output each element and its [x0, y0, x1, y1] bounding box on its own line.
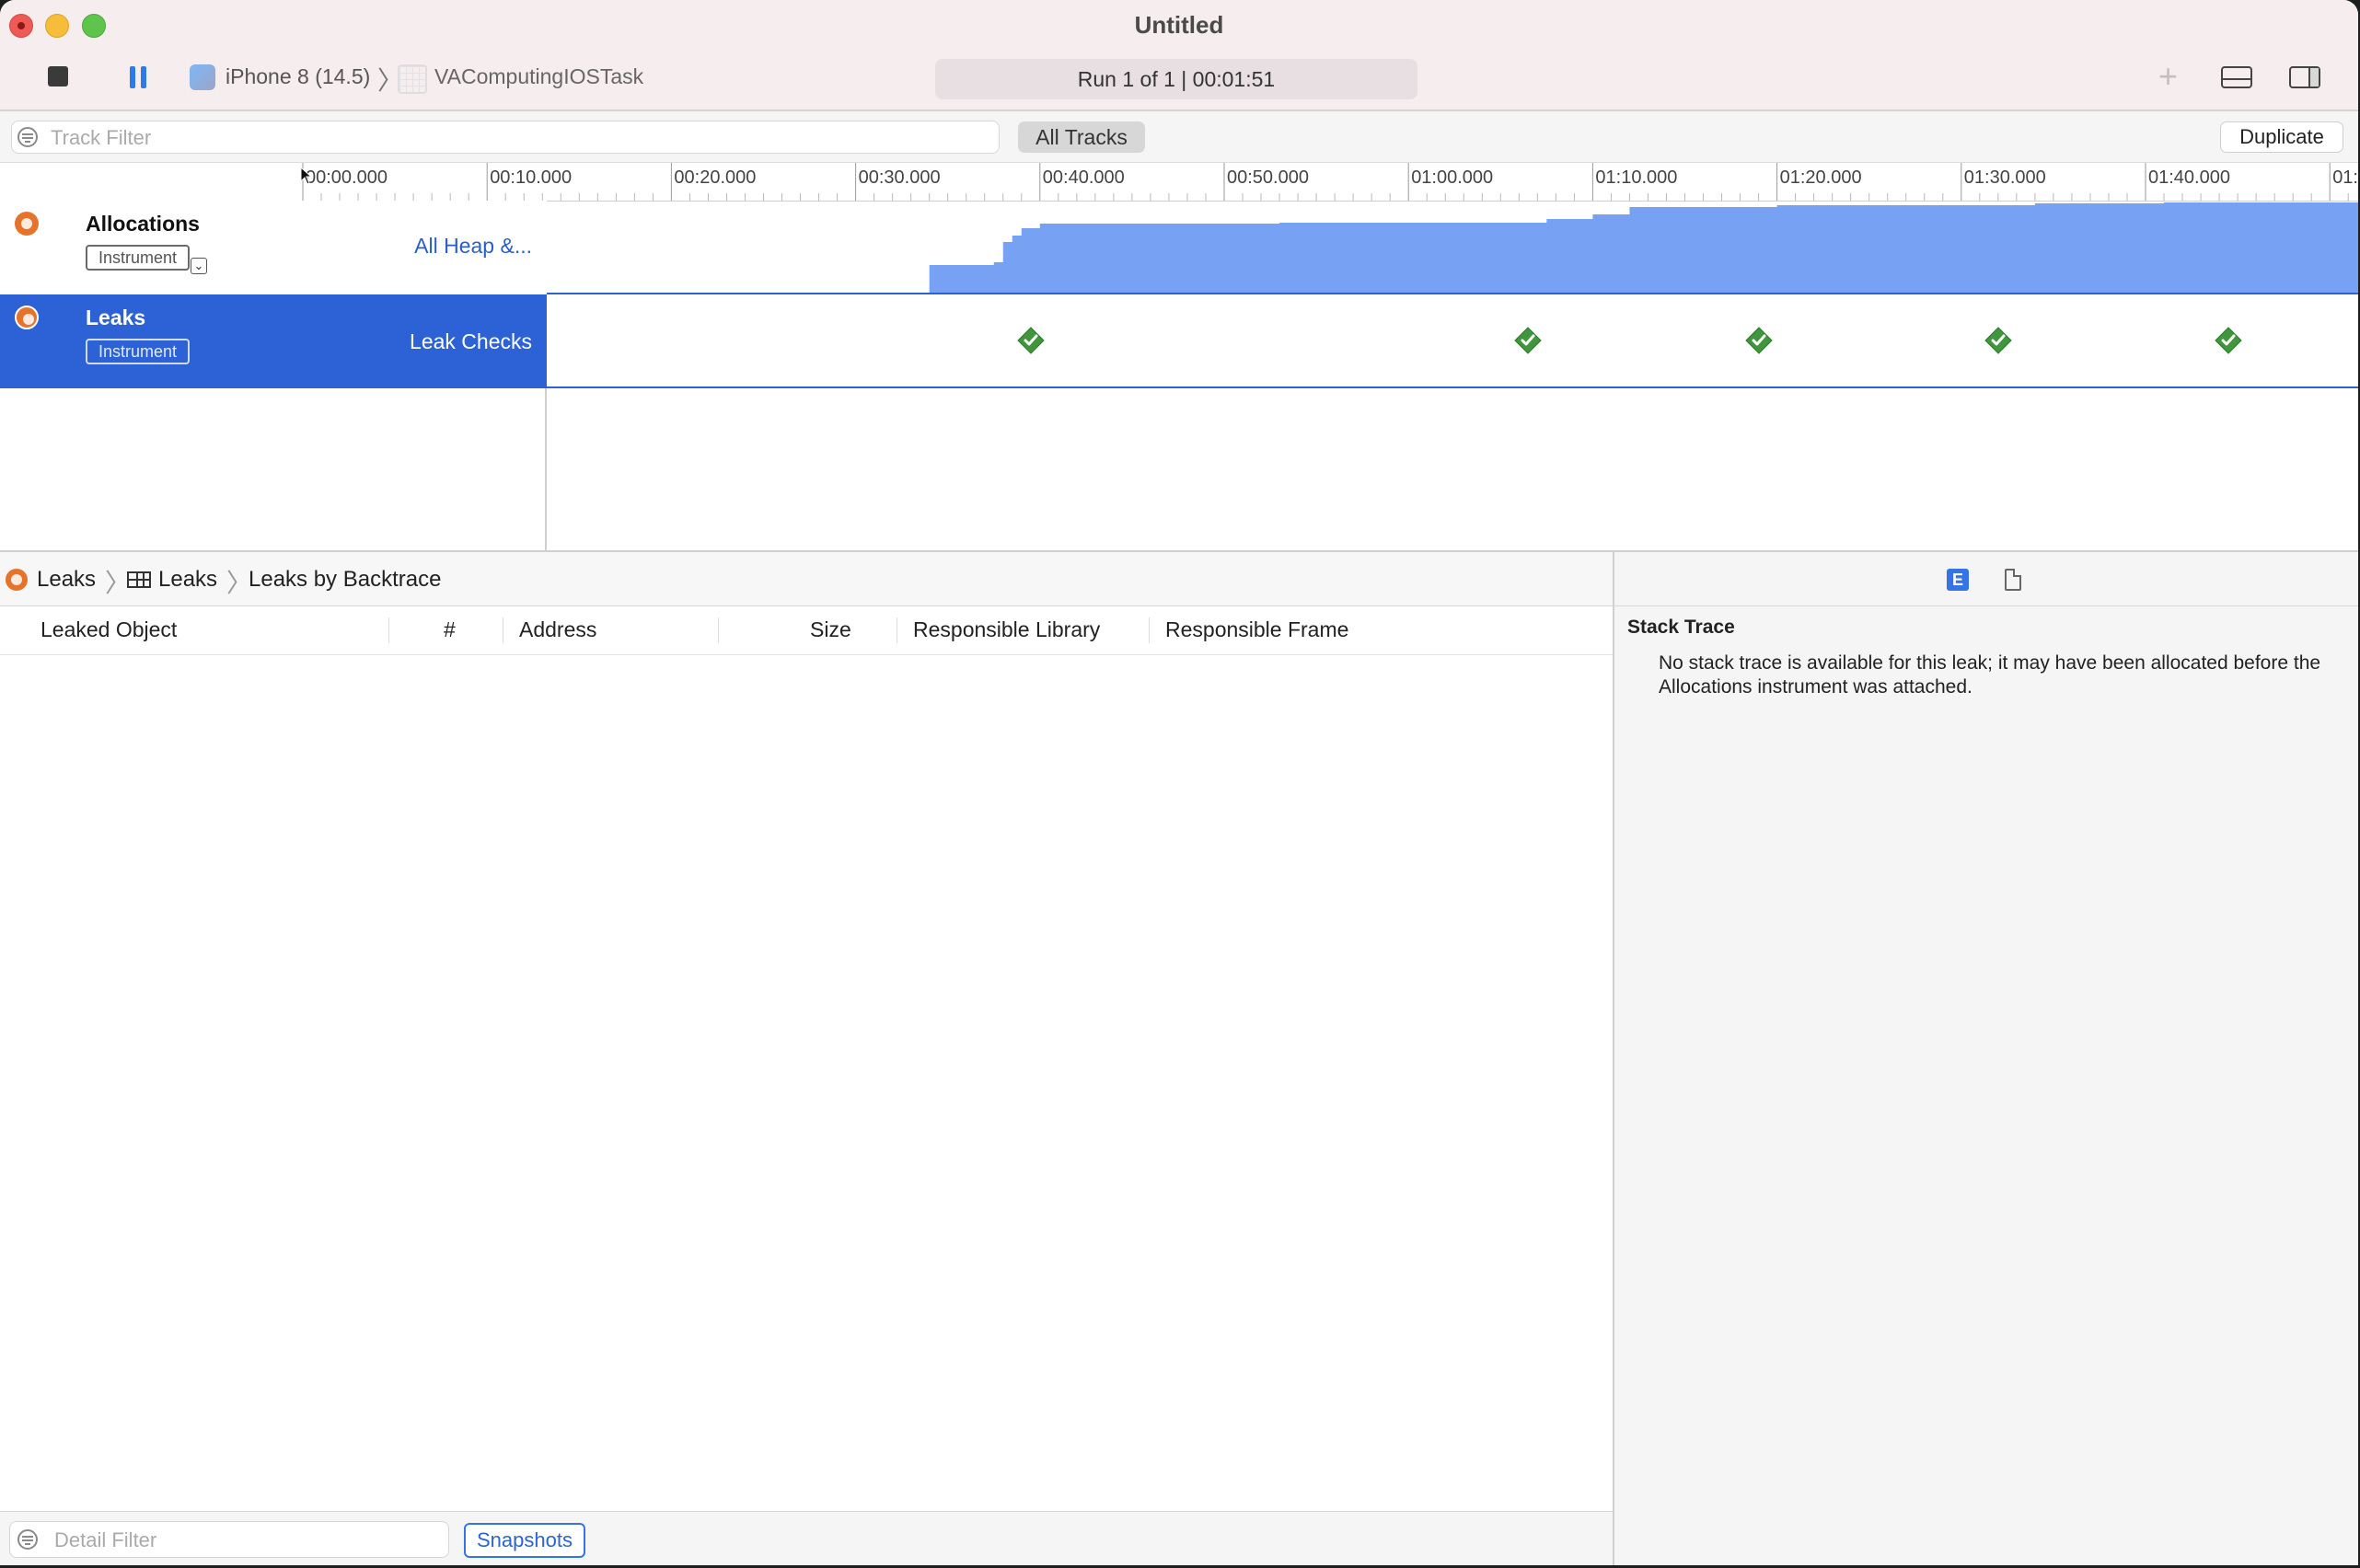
track-filter-input[interactable]	[49, 123, 991, 153]
toggle-detail-area-icon[interactable]	[2221, 66, 2252, 88]
jumpbar-detail[interactable]: Leaks by Backtrace	[249, 567, 441, 593]
filter-icon	[17, 127, 38, 147]
column-size[interactable]: Size	[810, 606, 851, 654]
stack-trace-message: No stack trace is available for this lea…	[1659, 652, 2321, 698]
table-icon	[127, 571, 151, 588]
ruler-tick-label: 00:30.000	[858, 167, 941, 188]
toggle-inspector-icon[interactable]	[2289, 66, 2320, 88]
column-responsible-library[interactable]: Responsible Library	[913, 606, 1100, 654]
allocations-area-chart	[303, 202, 2358, 293]
leaks-instrument-icon	[15, 306, 39, 329]
ruler-tick-label: 00:20.000	[674, 167, 757, 188]
all-tracks-button[interactable]: All Tracks	[1018, 121, 1145, 153]
ruler-tick-label: 00:50.000	[1227, 167, 1309, 188]
ruler-tick-label: 01:5	[2332, 167, 2358, 188]
document-icon[interactable]	[2005, 569, 2021, 591]
target-selector[interactable]: VAComputingIOSTask	[434, 64, 643, 89]
column-divider[interactable]	[718, 617, 719, 643]
table-header: Leaked Object # Address Size Responsible…	[0, 606, 1613, 655]
window-title: Untitled	[1134, 11, 1224, 39]
tracks-area: Allocations Instrument ⌄ All Heap &... L…	[0, 201, 2358, 550]
ruler-tick-label: 00:40.000	[1042, 167, 1125, 188]
allocations-instrument-icon	[15, 212, 39, 236]
track-detail-selector[interactable]: Leak Checks	[410, 329, 532, 354]
timeline-ruler[interactable]: 00:00.000 00:10.000 00:20.000 00:30.000 00:4…	[0, 163, 2358, 202]
instrument-badge: Instrument	[86, 339, 191, 364]
jumpbar-view[interactable]: Leaks	[158, 567, 217, 593]
column-leaked-object[interactable]: Leaked Object	[40, 606, 177, 654]
ruler-tick-label: 00:00.000	[306, 167, 388, 188]
ruler-tick-label: 01:30.000	[1963, 167, 2046, 188]
track-header-allocations[interactable]: Allocations Instrument ⌄ All Heap &...	[0, 201, 547, 295]
track-graphs[interactable]	[303, 201, 2358, 550]
track-filter-field[interactable]	[11, 121, 1000, 154]
pointer-cursor-icon	[300, 167, 311, 185]
column-responsible-frame[interactable]: Responsible Frame	[1165, 606, 1348, 654]
track-name: Leaks	[86, 306, 146, 329]
column-divider[interactable]	[1149, 617, 1150, 643]
track-header-leaks[interactable]: Leaks Instrument Leak Checks	[0, 294, 547, 388]
leak-check-passed-icon[interactable]	[2215, 327, 2242, 354]
pause-icon-bar	[141, 66, 146, 88]
detail-area: Leaks 〉 Leaks 〉 Leaks by Backtrace Leake…	[0, 550, 2358, 1565]
track-name: Allocations	[86, 212, 200, 236]
toolbar: Untitled iPhone 8 (14.5) 〉 VAComputingIO…	[0, 0, 2358, 111]
ruler-tick-label: 01:10.000	[1595, 167, 1678, 188]
detail-filter-input[interactable]	[52, 1526, 443, 1555]
snapshots-button[interactable]: Snapshots	[464, 1523, 585, 1558]
track-detail-selector[interactable]: All Heap &...	[414, 234, 532, 259]
track-headers: Allocations Instrument ⌄ All Heap &... L…	[0, 201, 547, 550]
detail-table-pane: Leaks 〉 Leaks 〉 Leaks by Backtrace Leake…	[0, 552, 1614, 1565]
device-icon[interactable]	[190, 64, 215, 90]
allocations-area-series	[303, 202, 2358, 293]
inspector-pane: E Stack Trace No stack trace is availabl…	[1614, 552, 2358, 1565]
leak-check-passed-icon[interactable]	[1744, 327, 1773, 354]
leaks-instrument-icon	[6, 569, 28, 591]
app-target-icon[interactable]	[398, 64, 427, 94]
ruler-tick-label: 01:00.000	[1411, 167, 1494, 188]
ruler-tick-label: 01:20.000	[1779, 167, 1862, 188]
ruler-tick-label: 00:10.000	[490, 167, 573, 188]
detail-filter-field[interactable]	[9, 1521, 449, 1558]
chevron-down-icon[interactable]: ⌄	[191, 258, 207, 274]
leaks-graph[interactable]	[547, 294, 2358, 388]
add-instrument-button[interactable]: +	[2158, 57, 2178, 96]
device-selector[interactable]: iPhone 8 (14.5)	[226, 64, 370, 89]
jump-bar: Leaks 〉 Leaks 〉 Leaks by Backtrace	[0, 552, 1613, 606]
jumpbar-instrument[interactable]: Leaks	[37, 567, 96, 593]
leak-check-passed-icon[interactable]	[1017, 327, 1045, 354]
run-status-display[interactable]: Run 1 of 1 | 00:01:51	[935, 59, 1417, 99]
track-filter-bar: All Tracks Duplicate	[0, 111, 2358, 163]
pause-recording-button[interactable]	[128, 66, 148, 88]
column-count[interactable]: #	[444, 606, 456, 654]
allocations-graph[interactable]	[303, 201, 2358, 294]
stack-trace-title: Stack Trace	[1627, 617, 1735, 638]
detail-bottom-bar: Snapshots	[0, 1511, 1613, 1565]
stop-recording-button[interactable]	[48, 66, 68, 86]
duplicate-button[interactable]: Duplicate	[2220, 121, 2343, 153]
instrument-badge: Instrument	[86, 245, 191, 271]
ruler-tick-label: 01:40.000	[2148, 167, 2230, 188]
leak-check-passed-icon[interactable]	[1984, 327, 2012, 354]
column-address[interactable]: Address	[519, 606, 596, 654]
filter-icon	[17, 1529, 38, 1550]
instruments-window: Untitled iPhone 8 (14.5) 〉 VAComputingIO…	[0, 0, 2358, 1565]
column-divider[interactable]	[388, 617, 389, 643]
pause-icon-bar	[130, 66, 135, 88]
extended-detail-icon[interactable]: E	[1947, 569, 1969, 591]
leak-check-passed-icon[interactable]	[1514, 327, 1543, 354]
inspector-tab-bar: E	[1614, 552, 2358, 606]
